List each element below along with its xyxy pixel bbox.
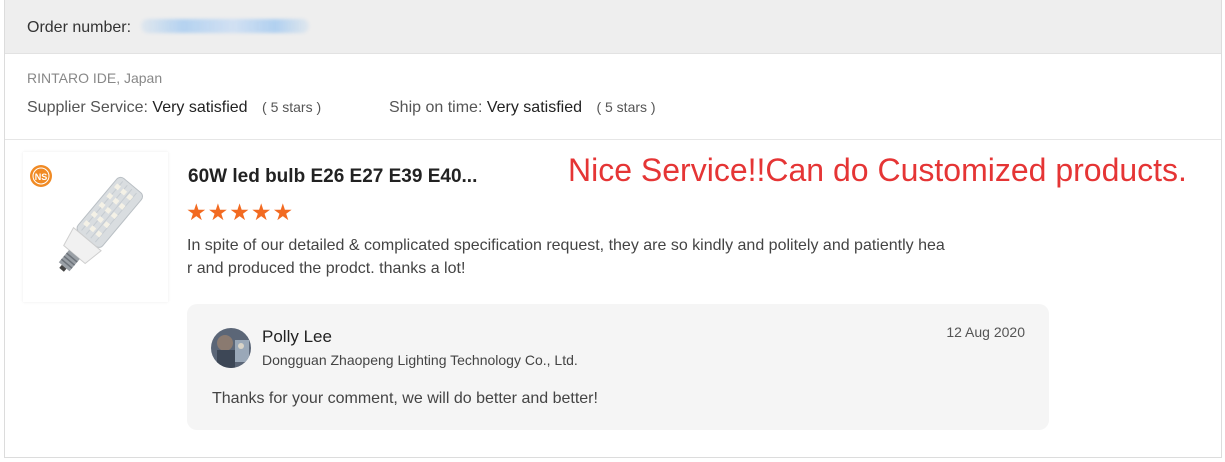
product-star-rating: ★★★★★	[186, 199, 295, 225]
rating-label: Supplier Service:	[27, 99, 148, 116]
order-number-label: Order number:	[27, 19, 132, 36]
rating-value: Very satisfied	[152, 99, 248, 116]
replier-name: Polly Lee	[262, 327, 332, 346]
ship-on-time-rating: Ship on time: Very satisfied ( 5 stars )	[389, 99, 656, 117]
review-comment-line: r and produced the prodct. thanks a lot!	[187, 260, 466, 277]
product-thumbnail[interactable]: NS	[23, 152, 168, 302]
led-corn-bulb-image: NS	[30, 165, 143, 272]
reply-text: Thanks for your comment, we will do bett…	[212, 390, 598, 407]
replier-company: Dongguan Zhaopeng Lighting Technology Co…	[262, 352, 578, 368]
svg-text:NS: NS	[35, 172, 48, 182]
brand-badge-icon: NS	[30, 165, 52, 187]
annotation-overlay-text: Nice Service!!Can do Customized products…	[568, 152, 1187, 188]
section-divider	[5, 139, 1221, 140]
rating-value: Very satisfied	[486, 99, 582, 116]
rating-stars-count: ( 5 stars )	[262, 99, 322, 115]
avatar-icon	[211, 328, 251, 368]
review-comment-line: In spite of our detailed & complicated s…	[187, 237, 945, 254]
order-number-redacted	[141, 19, 309, 33]
order-header: Order number:	[5, 0, 1221, 54]
review-card: Order number: RINTARO IDE, Japan Supplie…	[4, 0, 1222, 458]
supplier-service-rating: Supplier Service: Very satisfied ( 5 sta…	[27, 99, 321, 117]
rating-label: Ship on time:	[389, 99, 483, 116]
review-comment: In spite of our detailed & complicated s…	[187, 234, 1017, 280]
reply-date: 12 Aug 2020	[946, 324, 1025, 340]
rating-stars-count: ( 5 stars )	[596, 99, 656, 115]
supplier-reply: Polly Lee Dongguan Zhaopeng Lighting Tec…	[187, 304, 1049, 430]
product-title-link[interactable]: 60W led bulb E26 E27 E39 E40...	[188, 166, 477, 188]
reviewer-name-location: RINTARO IDE, Japan	[27, 70, 163, 86]
avatar	[211, 328, 251, 368]
